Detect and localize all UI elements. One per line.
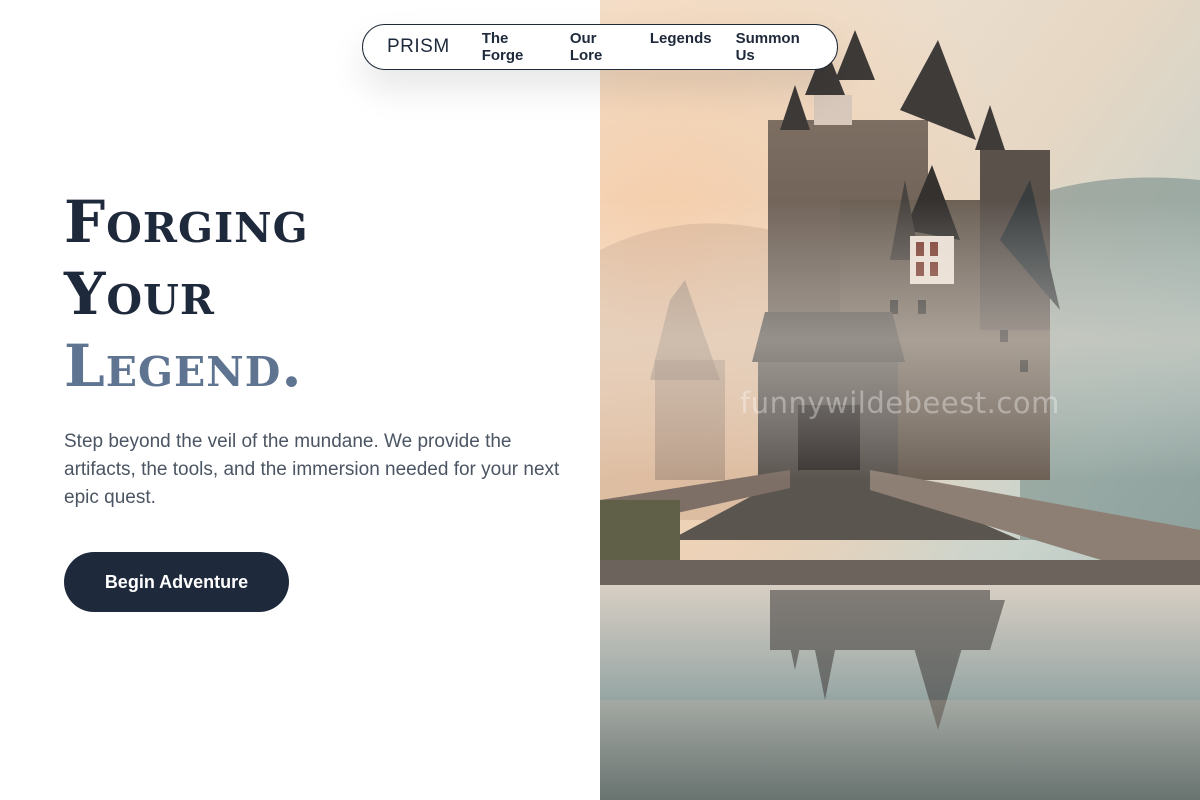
hero-text-panel: Forging Your Legend. Step beyond the vei…: [0, 0, 600, 800]
nav-link-the-forge[interactable]: The Forge: [482, 30, 546, 64]
headline-line-1: Forging: [64, 188, 309, 256]
nav-link-legends[interactable]: Legends: [650, 30, 712, 64]
brand-logo[interactable]: PRISM: [387, 36, 450, 58]
top-navigation: PRISM The Forge Our Lore Legends Summon …: [362, 24, 838, 70]
castle-illustration: [600, 0, 1200, 800]
hero-castle-image: [600, 0, 1200, 800]
begin-adventure-button[interactable]: Begin Adventure: [64, 552, 289, 612]
headline-line-2: Your: [64, 260, 215, 328]
nav-links: The Forge Our Lore Legends Summon Us: [482, 30, 813, 64]
nav-link-summon-us[interactable]: Summon Us: [736, 30, 813, 64]
headline-line-3: Legend.: [64, 332, 303, 400]
nav-link-our-lore[interactable]: Our Lore: [570, 30, 626, 64]
hero-headline: Forging Your Legend.: [64, 186, 309, 402]
hero-description: Step beyond the veil of the mundane. We …: [64, 431, 560, 508]
